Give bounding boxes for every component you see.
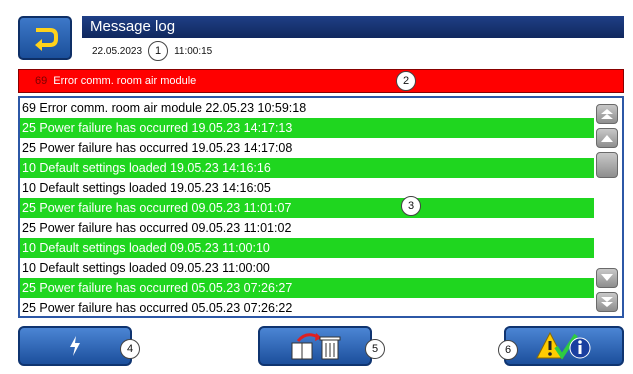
- up-arrow-icon: [601, 135, 613, 142]
- log-row[interactable]: 10 Default settings loaded 09.05.23 11:0…: [20, 238, 595, 258]
- scroll-down-button[interactable]: [596, 268, 618, 288]
- log-row[interactable]: 69 Error comm. room air module 22.05.23 …: [20, 98, 595, 118]
- scroll-thumb[interactable]: [596, 152, 618, 178]
- active-error-text: Error comm. room air module: [53, 75, 197, 87]
- callout-6: 6: [498, 340, 518, 360]
- double-down-arrow-icon: [601, 297, 613, 307]
- callout-4: 4: [120, 339, 140, 359]
- log-row[interactable]: 10 Default settings loaded 09.05.23 11:0…: [20, 258, 595, 278]
- callout-1: 1: [148, 41, 169, 61]
- log-row[interactable]: 10 Default settings loaded 19.05.23 14:1…: [20, 158, 595, 178]
- down-arrow-icon: [601, 274, 613, 281]
- lightning-icon: [70, 336, 80, 356]
- active-error-bar: 69 Error comm. room air module: [18, 69, 624, 93]
- back-button[interactable]: [18, 16, 72, 60]
- export-trash-icon: [291, 333, 341, 360]
- page-title: Message log: [82, 16, 624, 38]
- log-row[interactable]: 25 Power failure has occurred 19.05.23 1…: [20, 118, 595, 138]
- export-delete-button[interactable]: [258, 326, 372, 366]
- scrollbar[interactable]: [594, 100, 620, 314]
- warning-info-button[interactable]: [504, 326, 624, 366]
- current-time: 11:00:15: [174, 45, 213, 57]
- callout-2: 2: [396, 71, 416, 91]
- log-row[interactable]: 25 Power failure has occurred 05.05.23 0…: [20, 298, 595, 316]
- active-error-code: 69: [35, 75, 48, 87]
- scroll-up-button[interactable]: [596, 128, 618, 148]
- scroll-top-button[interactable]: [596, 104, 618, 124]
- log-row[interactable]: 25 Power failure has occurred 09.05.23 1…: [20, 198, 595, 218]
- datetime-row: 22.05.2023 1 11:00:15: [92, 40, 212, 62]
- callout-3: 3: [401, 196, 421, 216]
- log-row[interactable]: 25 Power failure has occurred 05.05.23 0…: [20, 278, 595, 298]
- log-row[interactable]: 25 Power failure has occurred 09.05.23 1…: [20, 218, 595, 238]
- back-arrow-icon: [35, 28, 58, 51]
- current-date: 22.05.2023: [92, 45, 143, 57]
- callout-5: 5: [365, 339, 385, 359]
- log-row[interactable]: 25 Power failure has occurred 19.05.23 1…: [20, 138, 595, 158]
- warning-info-icon: [536, 331, 591, 360]
- message-log-list: 69 Error comm. room air module 22.05.23 …: [18, 96, 624, 318]
- scroll-bottom-button[interactable]: [596, 292, 618, 312]
- double-up-arrow-icon: [601, 109, 613, 119]
- power-button[interactable]: [18, 326, 132, 366]
- log-row[interactable]: 10 Default settings loaded 19.05.23 14:1…: [20, 178, 595, 198]
